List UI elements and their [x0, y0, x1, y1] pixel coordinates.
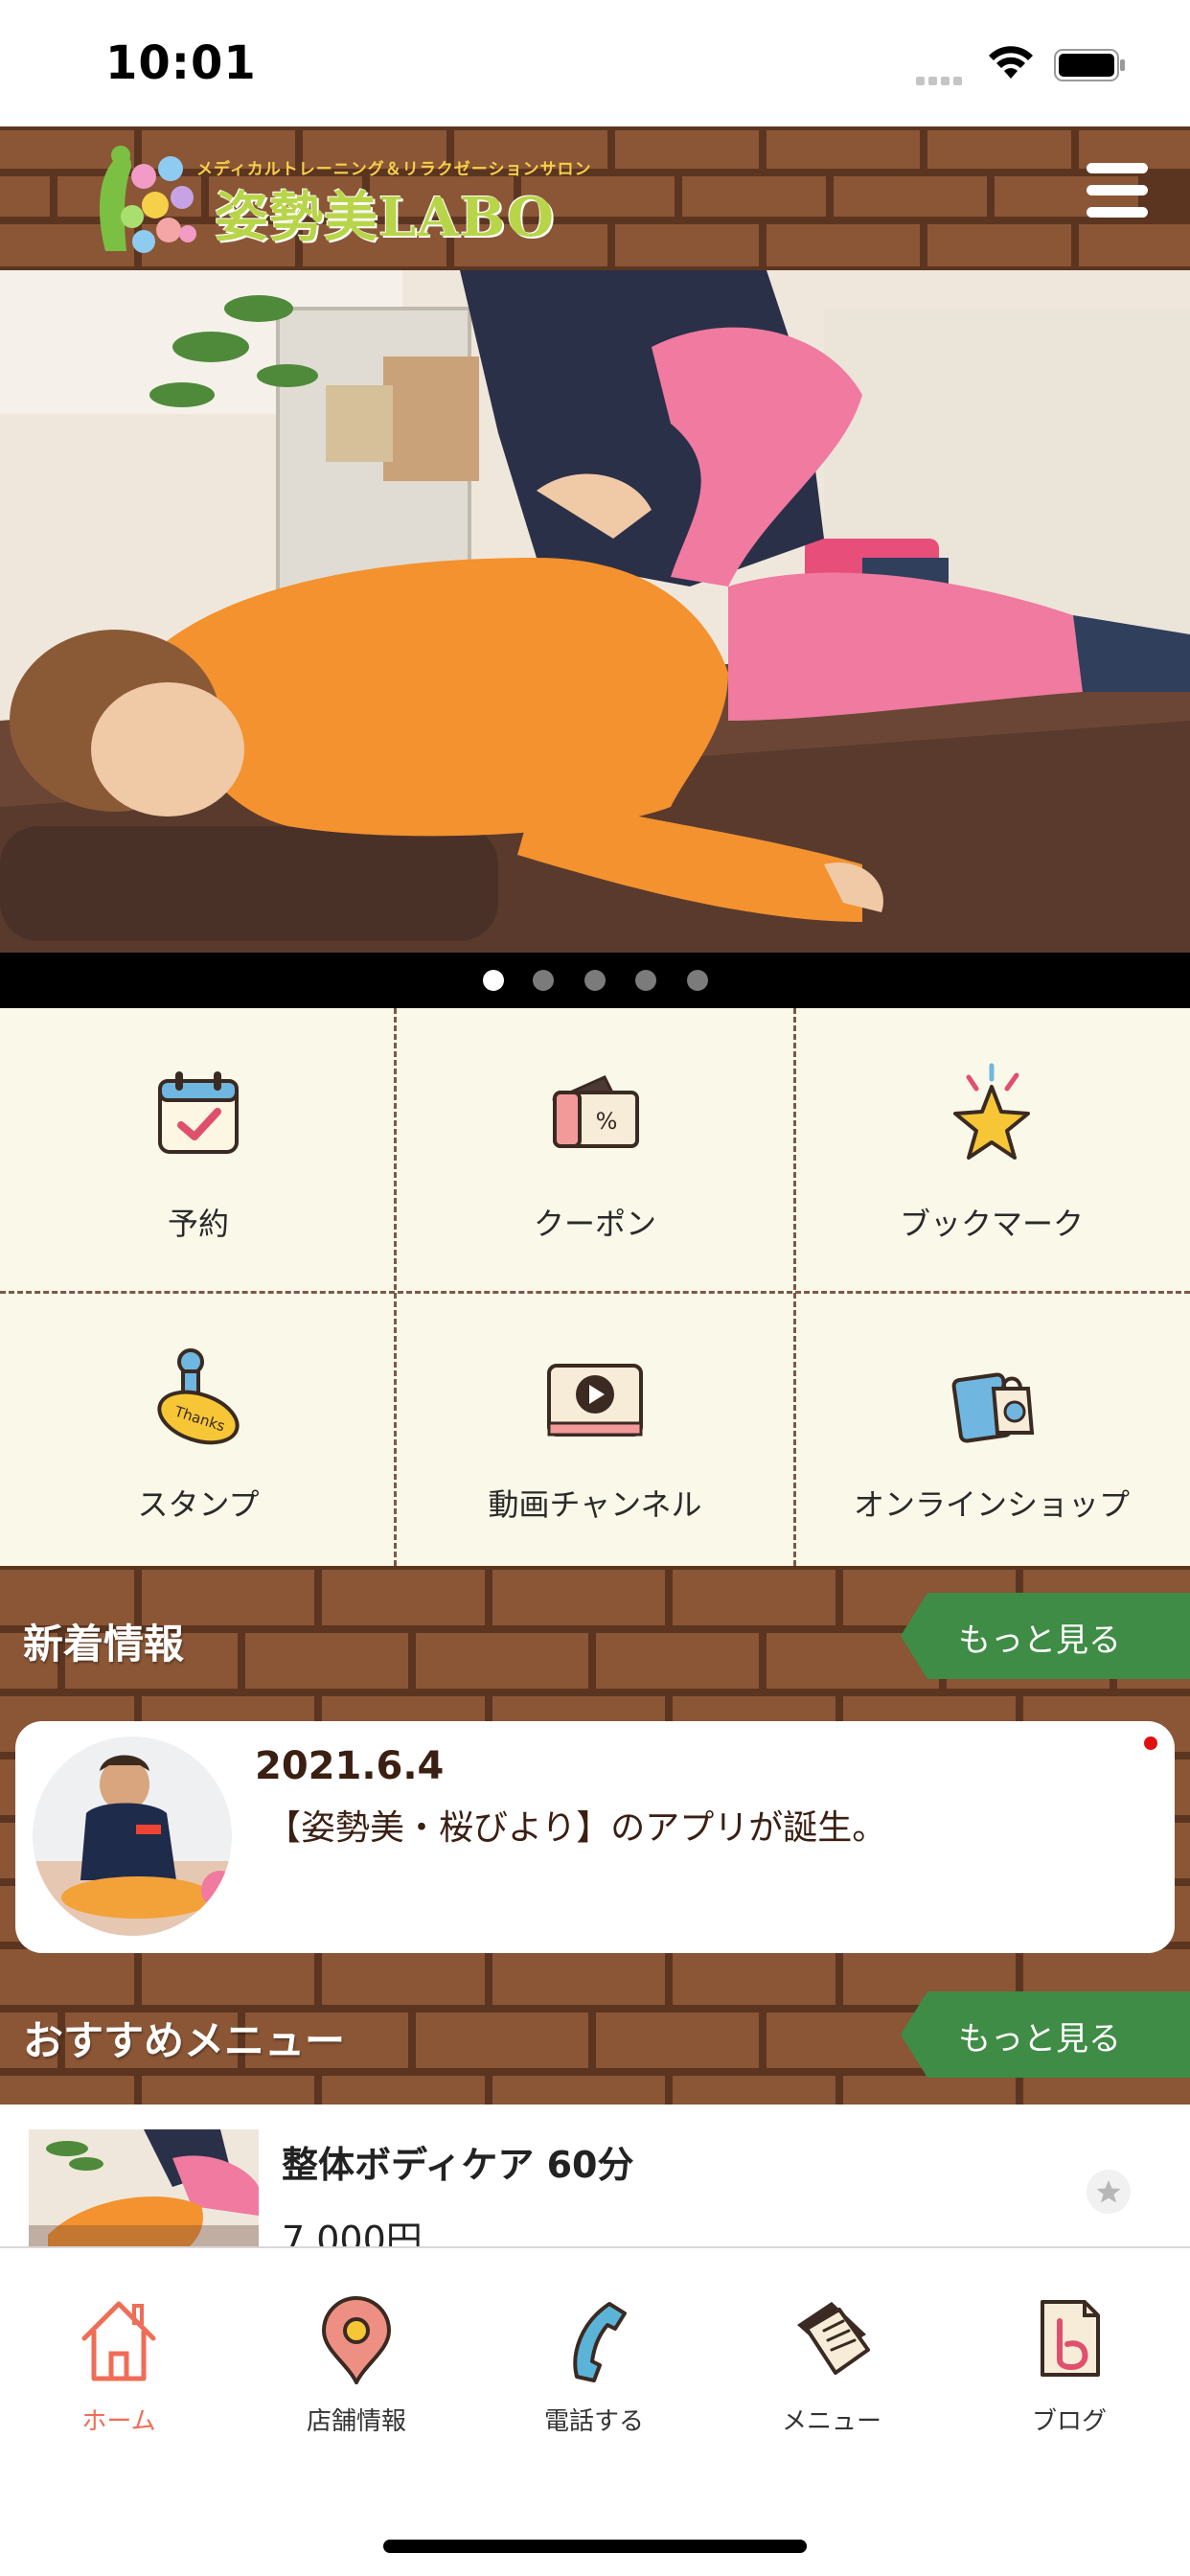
home-icon [81, 2301, 156, 2381]
star-icon [953, 1063, 1030, 1160]
carousel-pagination [0, 953, 1190, 1008]
grid-item-label: オンラインショップ [853, 1486, 1130, 1523]
status-time: 10:01 [105, 36, 257, 90]
tab-call[interactable]: 電話する [475, 2248, 713, 2440]
grid-item-reservation[interactable]: 予約 [0, 1008, 397, 1287]
news-text: 【姿勢美・桜びより】のアプリが誕生。 [266, 1808, 887, 1848]
menu-photo [29, 2129, 259, 2246]
recommended-more-button[interactable]: もっと見る [901, 1991, 1190, 2078]
tab-label: ホーム [81, 2407, 156, 2436]
carousel-dot[interactable] [483, 970, 504, 991]
logo-name: 姿勢美LABO [215, 186, 555, 249]
massage-photo [0, 270, 1190, 953]
battery-icon [1054, 49, 1125, 81]
stamp-icon: Thanks [157, 1348, 240, 1445]
tab-label: 電話する [543, 2407, 644, 2436]
video-play-icon [547, 1364, 643, 1437]
tab-label: ブログ [1031, 2407, 1107, 2436]
bookmark-star-button[interactable] [1087, 2170, 1131, 2214]
coupon-ticket-icon: % [552, 1075, 639, 1148]
home-indicator [383, 2540, 807, 2553]
logo-flower-icon [100, 146, 196, 253]
carousel-dot[interactable] [687, 970, 708, 991]
grid-item-bookmark[interactable]: ブックマーク [793, 1008, 1190, 1287]
grid-item-label: 予約 [167, 1206, 229, 1242]
tab-store-info[interactable]: 店舗情報 [238, 2248, 475, 2440]
calendar-check-icon [158, 1071, 239, 1154]
grid-item-online-shop[interactable]: オンラインショップ [793, 1291, 1190, 1570]
tab-blog[interactable]: ブログ [950, 2248, 1188, 2440]
menu-item-price: 7,000円 [282, 2219, 423, 2246]
map-pin-icon [321, 2296, 392, 2384]
status-bar: 10:01 [0, 0, 1190, 126]
carousel-dot[interactable] [533, 970, 554, 991]
carousel-dot[interactable] [635, 970, 656, 991]
news-date: 2021.6.4 [255, 1744, 445, 1788]
hamburger-menu-icon[interactable] [1087, 163, 1148, 232]
grid-item-video-channel[interactable]: 動画チャンネル [397, 1291, 793, 1570]
bottom-tab-bar: ホーム 店舗情報 電話する メニュー ブログ [0, 2246, 1190, 2576]
unread-indicator [1144, 1736, 1157, 1750]
tab-label: メニュー [781, 2407, 881, 2436]
phone-icon [573, 2302, 627, 2382]
news-more-label: もっと見る [958, 1622, 1121, 1660]
carousel-dot[interactable] [584, 970, 606, 991]
tab-home[interactable]: ホーム [0, 2248, 238, 2440]
news-more-button[interactable]: もっと見る [901, 1593, 1190, 1679]
star-icon [1096, 2180, 1121, 2203]
grid-item-stamp[interactable]: Thanks スタンプ [0, 1291, 397, 1570]
menu-note-icon [797, 2302, 870, 2375]
grid-item-coupon[interactable]: % クーポン [397, 1008, 793, 1287]
menu-list-item[interactable]: 整体ボディケア 60分 7,000円 [0, 2104, 1190, 2246]
cellular-signal-icon [916, 71, 970, 85]
news-thumbnail [33, 1736, 232, 1936]
tab-label: 店舗情報 [306, 2407, 406, 2436]
grid-item-label: クーポン [533, 1206, 656, 1242]
grid-item-label: ブックマーク [899, 1206, 1084, 1242]
salon-logo[interactable]: メディカルトレーニング＆リラクゼーションサロン 姿勢美LABO [77, 138, 590, 261]
menu-item-name: 整体ボディケア 60分 [282, 2144, 634, 2186]
menu-thumbnail [29, 2129, 259, 2246]
online-shop-icon [951, 1372, 1035, 1443]
grid-item-label: 動画チャンネル [488, 1486, 702, 1523]
news-card[interactable]: 2021.6.4 【姿勢美・桜びより】のアプリが誕生。 [15, 1721, 1175, 1953]
hero-carousel-image[interactable] [0, 270, 1190, 953]
app-header: メディカルトレーニング＆リラクゼーションサロン 姿勢美LABO [0, 126, 1190, 270]
grid-item-label: スタンプ [137, 1486, 260, 1523]
news-photo [33, 1736, 232, 1936]
svg-text:%: % [596, 1108, 618, 1135]
feature-grid: 予約 % クーポン ブックマーク Thanks スタンプ 動画チャンネル オンラ… [0, 1008, 1190, 1566]
recommended-more-label: もっと見る [958, 2020, 1121, 2058]
recommended-section-title: おすすめメニュー [23, 2017, 346, 2064]
tab-menu[interactable]: メニュー [713, 2248, 950, 2440]
blog-icon [1041, 2300, 1100, 2377]
news-section-title: 新着情報 [23, 1621, 185, 1668]
wifi-icon [989, 46, 1033, 79]
